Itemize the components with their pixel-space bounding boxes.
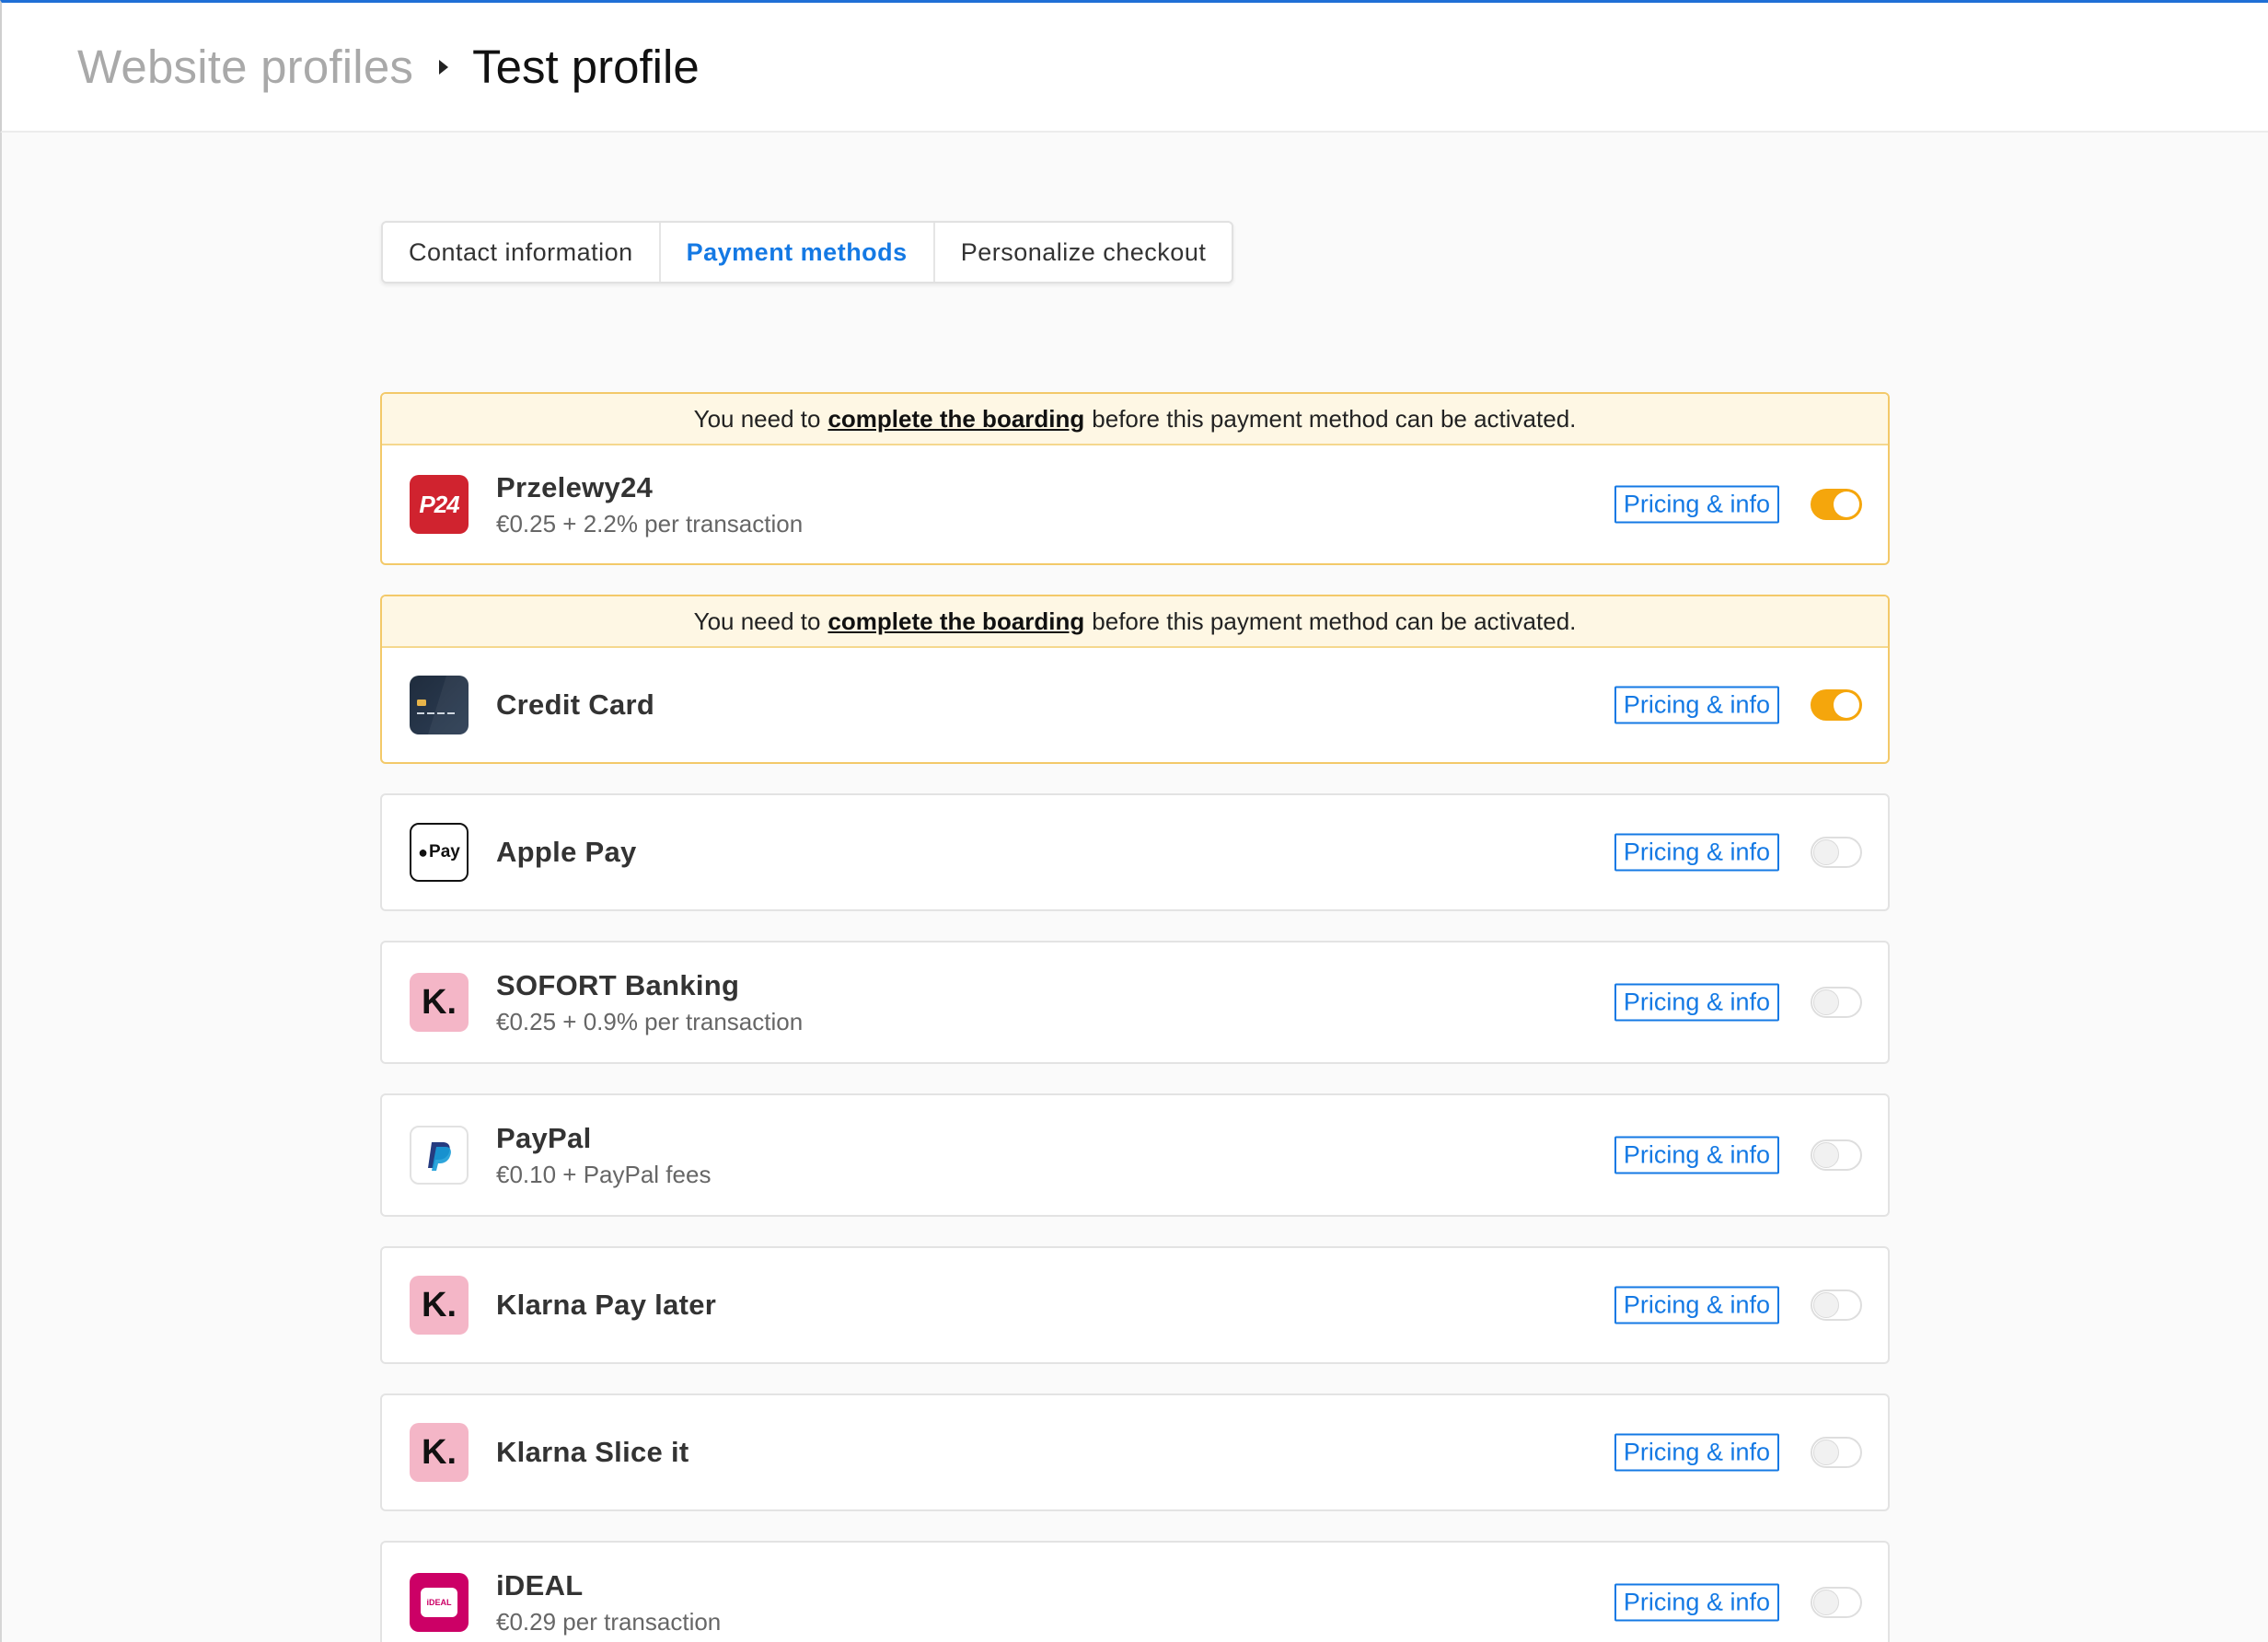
payment-method-name: Przelewy24 bbox=[496, 470, 654, 503]
payment-method-row: PayPal €0.10 + PayPal fees Pricing & inf… bbox=[382, 1095, 1888, 1215]
enable-toggle[interactable] bbox=[1811, 1587, 1862, 1618]
toggle-knob bbox=[1813, 1292, 1839, 1318]
payment-method-row: ● Pay Apple Pay Pricing & info bbox=[382, 795, 1888, 909]
payment-method-meta: Apple Pay bbox=[496, 836, 637, 869]
toggle-knob bbox=[1813, 839, 1839, 865]
pricing-info-button[interactable]: Pricing & info bbox=[1614, 1433, 1779, 1472]
payment-method-fee: €0.25 + 0.9% per transaction bbox=[496, 1007, 804, 1035]
toggle-knob bbox=[1834, 491, 1859, 517]
payment-methods-list: You need to complete the boarding before… bbox=[380, 392, 1890, 1642]
notice-suffix: before this payment method can be activa… bbox=[1092, 607, 1577, 635]
payment-method-meta: Klarna Slice it bbox=[496, 1436, 689, 1469]
pricing-info-button[interactable]: Pricing & info bbox=[1614, 686, 1779, 724]
paypal-glyph bbox=[428, 1142, 451, 1171]
payment-method-name: iDEAL bbox=[496, 1568, 584, 1602]
enable-toggle[interactable] bbox=[1811, 987, 1862, 1018]
klarna-icon: K. bbox=[410, 973, 469, 1032]
payment-method-fee: €0.29 per transaction bbox=[496, 1607, 722, 1636]
payment-method-card: You need to complete the boarding before… bbox=[380, 392, 1890, 565]
payment-method-meta: PayPal €0.10 + PayPal fees bbox=[496, 1122, 711, 1189]
enable-toggle[interactable] bbox=[1811, 1289, 1862, 1321]
apple-pay-icon: ● Pay bbox=[410, 823, 469, 882]
complete-boarding-link[interactable]: complete the boarding bbox=[827, 607, 1084, 636]
caret-right-icon bbox=[439, 59, 449, 75]
left-border bbox=[0, 133, 2, 1642]
payment-method-card: K. Klarna Slice it Pricing & info bbox=[380, 1393, 1890, 1511]
tab-personalize-checkout[interactable]: Personalize checkout bbox=[935, 223, 1232, 282]
payment-method-row: K. Klarna Slice it Pricing & info bbox=[382, 1395, 1888, 1509]
payment-method-row: iDEAL iDEAL €0.29 per transaction Pricin… bbox=[382, 1543, 1888, 1642]
klarna-icon: K. bbox=[410, 1276, 469, 1335]
payment-method-name: Credit Card bbox=[496, 688, 655, 721]
payment-method-name: Apple Pay bbox=[496, 836, 637, 868]
payment-method-row: P24 Przelewy24 €0.25 + 2.2% per transact… bbox=[382, 445, 1888, 563]
payment-method-meta: Klarna Pay later bbox=[496, 1289, 716, 1322]
notice-prefix: You need to bbox=[693, 404, 821, 433]
ideal-logo-text: iDEAL bbox=[426, 1598, 452, 1607]
apple-icon: ● bbox=[418, 842, 429, 861]
pricing-info-button[interactable]: Pricing & info bbox=[1614, 1583, 1779, 1622]
credit-card-graphic bbox=[417, 676, 469, 734]
payment-method-meta: SOFORT Banking €0.25 + 0.9% per transact… bbox=[496, 969, 803, 1036]
enable-toggle[interactable] bbox=[1811, 689, 1862, 721]
apple-pay-logo-text: Pay bbox=[429, 842, 460, 861]
ideal-icon: iDEAL bbox=[410, 1573, 469, 1632]
boarding-notice: You need to complete the boarding before… bbox=[382, 596, 1888, 648]
payment-method-card: You need to complete the boarding before… bbox=[380, 595, 1890, 764]
paypal-icon bbox=[410, 1126, 469, 1185]
tab-bar: Contact information Payment methods Pers… bbox=[381, 221, 1234, 283]
enable-toggle[interactable] bbox=[1811, 489, 1862, 520]
enable-toggle[interactable] bbox=[1811, 1139, 1862, 1171]
tab-contact-information[interactable]: Contact information bbox=[383, 223, 661, 282]
enable-toggle[interactable] bbox=[1811, 837, 1862, 868]
tab-payment-methods[interactable]: Payment methods bbox=[661, 223, 935, 282]
app-window: Website profiles Test profile Contact in… bbox=[0, 0, 2268, 1642]
page-header: Website profiles Test profile bbox=[0, 0, 2268, 133]
payment-method-card: iDEAL iDEAL €0.29 per transaction Pricin… bbox=[380, 1541, 1890, 1642]
toggle-knob bbox=[1834, 692, 1859, 718]
payment-method-row: K. Klarna Pay later Pricing & info bbox=[382, 1248, 1888, 1362]
toggle-knob bbox=[1813, 1440, 1839, 1465]
toggle-knob bbox=[1813, 1142, 1839, 1168]
toggle-knob bbox=[1813, 1590, 1839, 1615]
notice-prefix: You need to bbox=[693, 607, 821, 635]
pricing-info-button[interactable]: Pricing & info bbox=[1614, 1286, 1779, 1324]
enable-toggle[interactable] bbox=[1811, 1437, 1862, 1468]
pricing-info-button[interactable]: Pricing & info bbox=[1614, 485, 1779, 524]
notice-suffix: before this payment method can be activa… bbox=[1092, 404, 1577, 433]
credit-card-icon bbox=[410, 676, 469, 734]
pricing-info-button[interactable]: Pricing & info bbox=[1614, 1136, 1779, 1174]
ideal-logo-badge: iDEAL bbox=[421, 1588, 457, 1617]
payment-method-fee: €0.25 + 2.2% per transaction bbox=[496, 509, 804, 538]
page-title: Test profile bbox=[472, 40, 700, 93]
payment-method-name: SOFORT Banking bbox=[496, 968, 740, 1001]
payment-method-card: PayPal €0.10 + PayPal fees Pricing & inf… bbox=[380, 1093, 1890, 1217]
payment-method-meta: Credit Card bbox=[496, 688, 654, 722]
payment-method-name: Klarna Pay later bbox=[496, 1289, 717, 1321]
p24-logo-icon: P24 bbox=[410, 475, 469, 534]
toggle-knob bbox=[1813, 989, 1839, 1015]
payment-method-card: K. Klarna Pay later Pricing & info bbox=[380, 1246, 1890, 1364]
pricing-info-button[interactable]: Pricing & info bbox=[1614, 983, 1779, 1022]
klarna-icon: K. bbox=[410, 1423, 469, 1482]
payment-method-card: ● Pay Apple Pay Pricing & info bbox=[380, 793, 1890, 911]
payment-method-row: K. SOFORT Banking €0.25 + 0.9% per trans… bbox=[382, 942, 1888, 1062]
payment-method-fee: €0.10 + PayPal fees bbox=[496, 1160, 712, 1188]
complete-boarding-link[interactable]: complete the boarding bbox=[827, 405, 1084, 434]
payment-method-card: K. SOFORT Banking €0.25 + 0.9% per trans… bbox=[380, 941, 1890, 1064]
payment-method-row: Credit Card Pricing & info bbox=[382, 648, 1888, 762]
payment-method-name: Klarna Slice it bbox=[496, 1436, 689, 1468]
boarding-notice: You need to complete the boarding before… bbox=[382, 394, 1888, 445]
payment-method-meta: Przelewy24 €0.25 + 2.2% per transaction bbox=[496, 471, 803, 538]
pricing-info-button[interactable]: Pricing & info bbox=[1614, 833, 1779, 872]
payment-method-meta: iDEAL €0.29 per transaction bbox=[496, 1569, 721, 1636]
payment-method-name: PayPal bbox=[496, 1121, 592, 1154]
breadcrumb-website-profiles[interactable]: Website profiles bbox=[77, 40, 413, 94]
